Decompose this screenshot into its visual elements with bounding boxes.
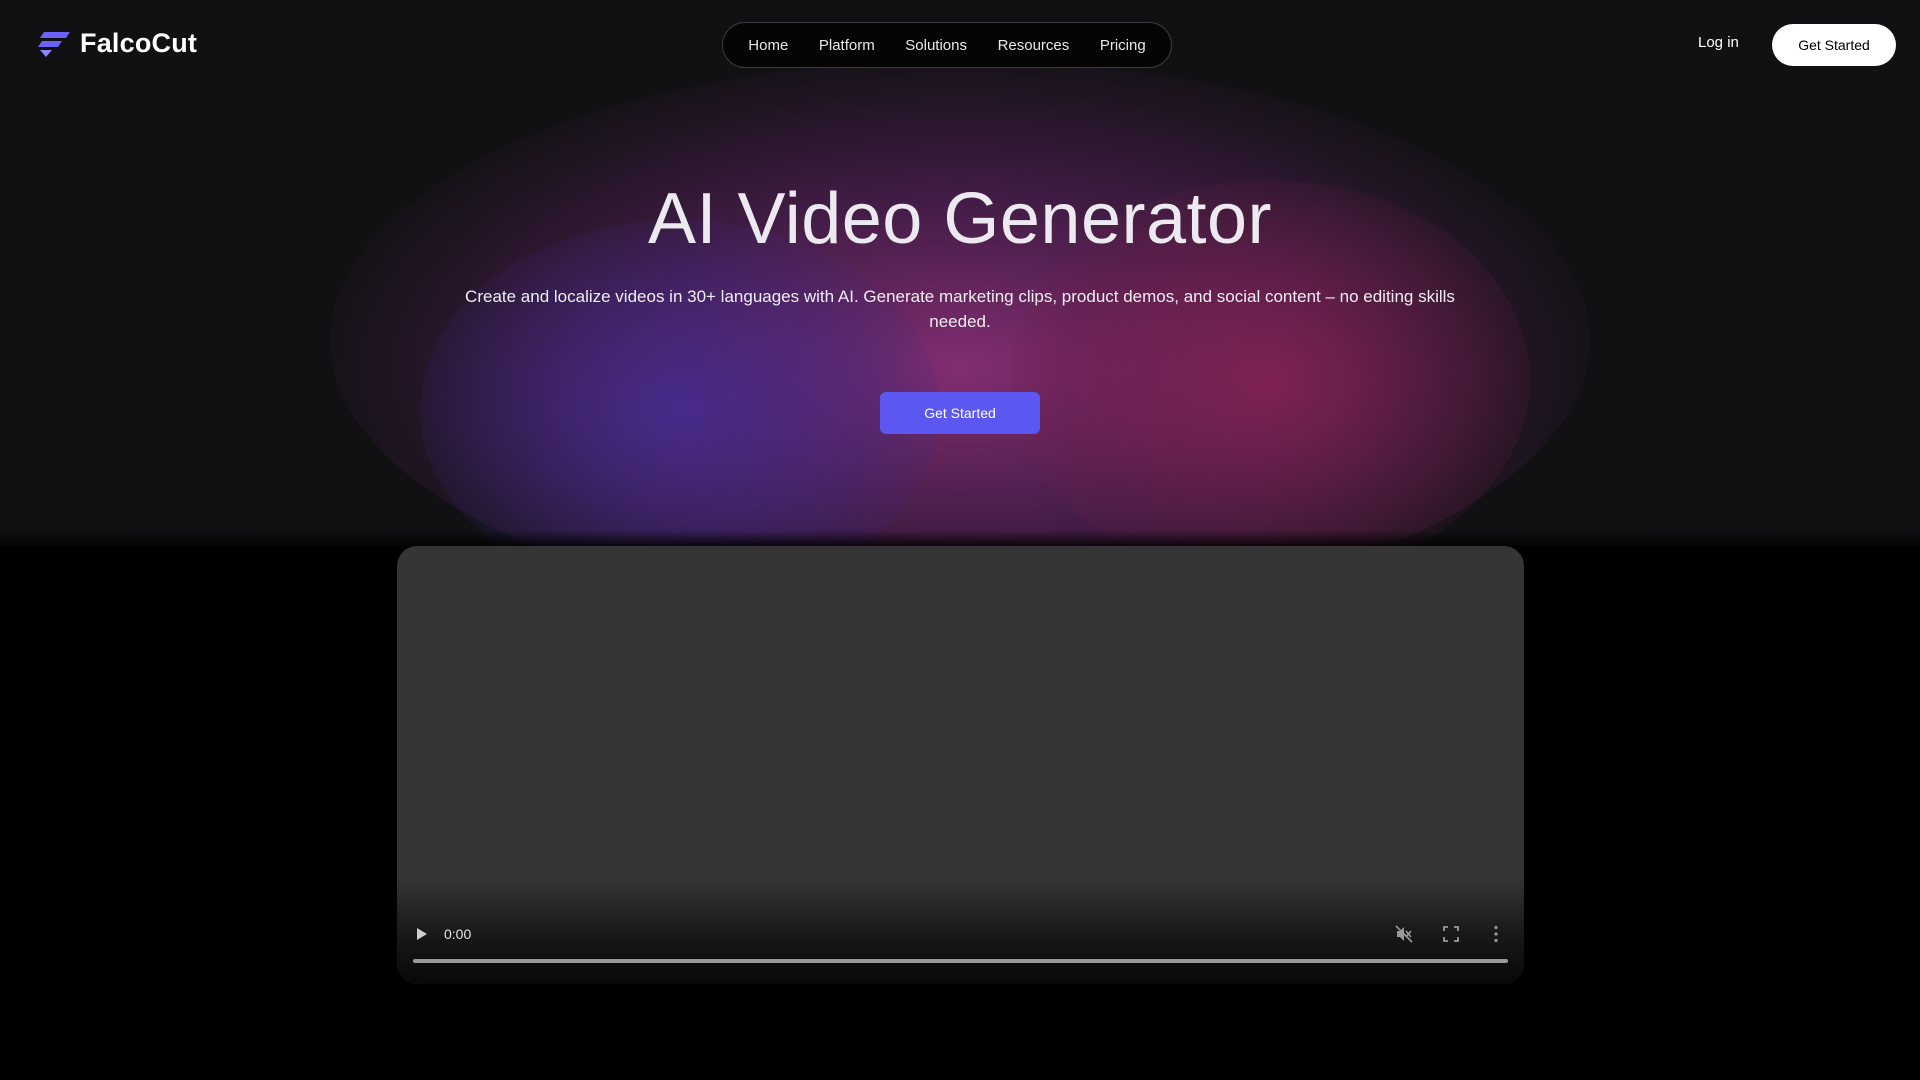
video-current-time: 0:00 — [444, 926, 472, 942]
nav-item-platform[interactable]: Platform — [819, 37, 875, 54]
fullscreen-icon[interactable] — [1443, 926, 1459, 942]
page: FalcoCut Home Platform Solutions Resourc… — [0, 0, 1920, 1080]
video-player[interactable] — [397, 546, 1524, 984]
main-nav: Home Platform Solutions Resources Pricin… — [722, 22, 1172, 68]
more-options-icon[interactable] — [1494, 925, 1498, 943]
hero-get-started-button[interactable]: Get Started — [880, 392, 1040, 434]
hero-subtitle: Create and localize videos in 30+ langua… — [465, 287, 1455, 331]
site-header: FalcoCut Home Platform Solutions Resourc… — [0, 0, 1920, 90]
brand-name: FalcoCut — [80, 28, 198, 58]
muted-volume-icon[interactable] — [1395, 925, 1413, 943]
brand-logo-link[interactable]: FalcoCut — [36, 28, 197, 59]
falcon-logo-icon — [38, 31, 70, 57]
nav-item-pricing[interactable]: Pricing — [1100, 37, 1146, 54]
nav-item-resources[interactable]: Resources — [998, 37, 1070, 54]
video-progress-bar[interactable] — [413, 959, 1508, 963]
hero-title: AI Video Generator — [647, 179, 1273, 259]
login-link[interactable]: Log in — [1698, 34, 1739, 51]
header-get-started-button[interactable]: Get Started — [1772, 24, 1896, 66]
nav-item-home[interactable]: Home — [748, 37, 788, 54]
play-icon[interactable] — [416, 927, 428, 941]
video-controls-shade — [397, 876, 1524, 984]
nav-item-solutions[interactable]: Solutions — [905, 37, 967, 54]
